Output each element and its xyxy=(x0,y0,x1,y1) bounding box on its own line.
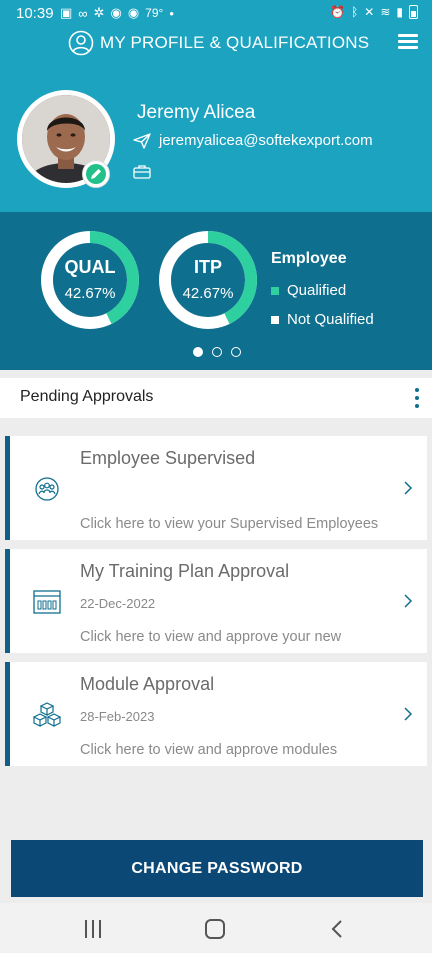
chrome-icon: ◉ xyxy=(110,5,122,20)
not-qualified-swatch xyxy=(271,315,279,324)
carousel-pagination[interactable] xyxy=(193,347,241,357)
signal-icon: ▮ xyxy=(396,5,403,19)
pending-approvals-title: Pending Approvals xyxy=(20,388,154,405)
recents-icon[interactable] xyxy=(85,920,103,938)
battery-icon xyxy=(409,5,418,19)
itp-label: ITP xyxy=(193,257,222,277)
paper-plane-icon xyxy=(133,133,151,149)
legend-title: Employee xyxy=(271,250,347,267)
legend-item-not-qualified: Not Qualified xyxy=(271,311,374,328)
wifi-icon: ≋ xyxy=(380,5,391,19)
page-dot-2[interactable] xyxy=(212,347,222,357)
profile-name: Jeremy Alicea xyxy=(137,102,256,123)
qualified-swatch xyxy=(271,286,279,295)
briefcase-icon xyxy=(133,165,151,179)
card-description: Click here to view your Supervised Emplo… xyxy=(80,516,379,532)
system-navigation-bar xyxy=(0,903,432,953)
legend-item-qualified: Qualified xyxy=(271,282,346,299)
status-right-icons: ⏰ ᛒ ✕ ≋ ▮ xyxy=(330,5,418,19)
status-bar: 10:39 ▣ ∞ ✲ ◉ ◉ 79° • ⏰ ᛒ ✕ ≋ ▮ xyxy=(0,0,432,26)
chevron-right-icon xyxy=(404,707,413,721)
qualification-stats[interactable]: QUAL 42.67% ITP 42.67% Employee Qualifie… xyxy=(0,212,432,370)
card-description: Click here to view and approve your new xyxy=(80,629,342,645)
chevron-right-icon xyxy=(404,481,413,495)
alarm-icon: ⏰ xyxy=(330,5,346,19)
change-password-button[interactable]: CHANGE PASSWORD xyxy=(11,840,423,897)
chrome-icon: ◉ xyxy=(127,5,140,20)
pending-approvals-header: Pending Approvals xyxy=(0,378,432,418)
back-icon[interactable] xyxy=(330,919,344,939)
group-icon xyxy=(35,477,59,501)
status-time: 10:39 xyxy=(16,5,54,22)
status-left-icons: ▣ ∞ ✲ ◉ ◉ 79° • xyxy=(60,5,174,21)
qual-label: QUAL xyxy=(64,257,116,277)
card-title: My Training Plan Approval xyxy=(80,561,290,581)
title-row: MY PROFILE & QUALIFICATIONS xyxy=(0,26,432,60)
qual-donut-chart[interactable]: QUAL 42.67% xyxy=(39,229,141,331)
page-title: MY PROFILE & QUALIFICATIONS xyxy=(100,33,370,52)
card-title: Employee Supervised xyxy=(80,448,256,468)
qual-value: 42.67% xyxy=(64,285,116,302)
card-module-approval[interactable]: Module Approval 28-Feb-2023 Click here t… xyxy=(5,662,427,766)
hamburger-menu-icon[interactable] xyxy=(398,34,418,50)
status-temperature: 79° xyxy=(145,6,164,20)
pinwheel-icon: ✲ xyxy=(93,5,105,20)
home-icon[interactable] xyxy=(205,919,225,939)
card-description: Click here to view and approve modules xyxy=(80,742,338,758)
legend-label: Not Qualified xyxy=(287,311,374,328)
card-date: 28-Feb-2023 xyxy=(80,709,155,724)
bluetooth-icon: ᛒ xyxy=(351,5,359,19)
notification-dot-icon: • xyxy=(169,5,174,21)
profile-email: jeremyalicea@softekexport.com xyxy=(159,132,373,149)
itp-donut-chart[interactable]: ITP 42.67% xyxy=(157,229,259,331)
card-employee-supervised[interactable]: Employee Supervised Click here to view y… xyxy=(5,436,427,540)
card-training-plan-approval[interactable]: My Training Plan Approval 22-Dec-2022 Cl… xyxy=(5,549,427,653)
cubes-icon xyxy=(32,702,62,727)
legend-label: Qualified xyxy=(287,282,347,299)
chevron-right-icon xyxy=(404,594,413,608)
user-circle-icon xyxy=(68,30,94,56)
edit-avatar-button[interactable] xyxy=(82,160,110,188)
card-title: Module Approval xyxy=(80,674,215,694)
itp-value: 42.67% xyxy=(182,285,234,302)
page-dot-3[interactable] xyxy=(231,347,241,357)
mute-icon: ✕ xyxy=(364,5,375,19)
pencil-icon xyxy=(91,169,101,179)
teams-icon: ▣ xyxy=(60,5,73,20)
more-options-icon[interactable] xyxy=(414,386,420,410)
building-icon xyxy=(33,590,61,614)
page-dot-1[interactable] xyxy=(193,347,203,357)
voicemail-icon: ∞ xyxy=(78,5,88,21)
profile-header: MY PROFILE & QUALIFICATIONS Jeremy Alice… xyxy=(0,26,432,212)
card-date: 22-Dec-2022 xyxy=(80,596,156,611)
